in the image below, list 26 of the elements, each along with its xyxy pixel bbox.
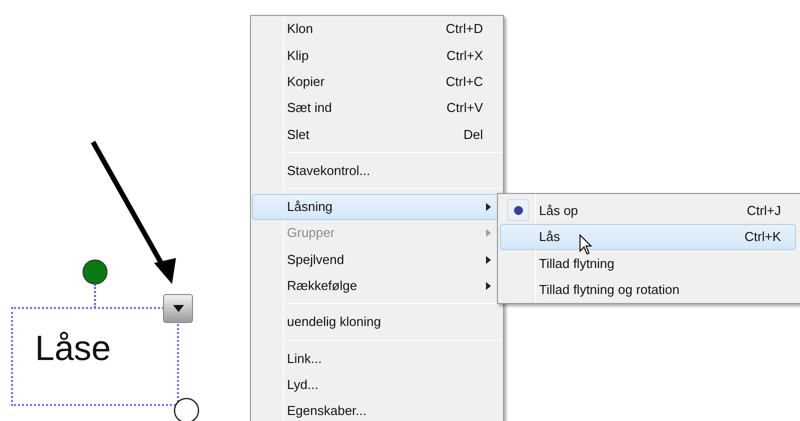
menu-item[interactable]: uendelig kloning: [252, 308, 502, 336]
menu-item[interactable]: Sæt ind Ctrl+V: [252, 94, 502, 122]
text-box-text: Låse: [35, 331, 111, 366]
menu-item[interactable]: Kopier Ctrl+C: [252, 68, 502, 95]
menu-item[interactable]: Spejlvend: [252, 246, 502, 273]
submenu-arrow-icon: [486, 202, 491, 211]
submenu-item[interactable]: Tillad flytning: [500, 250, 796, 276]
resize-handle-icon[interactable]: [173, 397, 200, 421]
submenu-item[interactable]: Lås op Ctrl+J: [500, 197, 796, 224]
mouse-cursor-icon: [579, 234, 593, 256]
menu-item[interactable]: Link...: [252, 345, 502, 372]
submenu-arrow-icon: [486, 282, 491, 290]
menu-item[interactable]: Klon Ctrl+D: [252, 16, 502, 42]
menu-item[interactable]: Rækkefølge: [252, 272, 502, 299]
menu-item[interactable]: Klip Ctrl+X: [252, 42, 502, 69]
rotate-handle-icon[interactable]: [82, 259, 108, 285]
submenu-arrow-icon: [486, 256, 491, 264]
submenu-item[interactable]: Tillad flytning og rotation: [500, 276, 796, 303]
menu-item[interactable]: Slet Del: [252, 121, 502, 148]
menu-item[interactable]: Egenskaber...: [252, 398, 502, 421]
submenu-item[interactable]: Lås Ctrl+K: [500, 224, 796, 250]
dropdown-button[interactable]: [163, 294, 193, 323]
caret-icon: [172, 305, 184, 312]
menu-item[interactable]: Stavekontrol...: [252, 157, 502, 184]
menu-item[interactable]: Lyd...: [252, 372, 502, 398]
submenu-arrow-icon: [486, 229, 491, 238]
